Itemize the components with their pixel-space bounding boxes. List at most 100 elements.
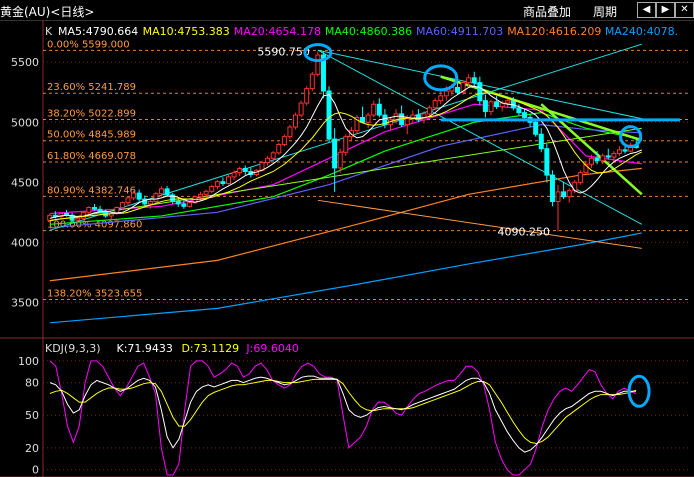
candle [594, 157, 600, 162]
candle [214, 181, 220, 187]
fib-label: 80.90% 4382.746 [47, 185, 136, 196]
candle [131, 192, 137, 199]
candle [203, 190, 209, 195]
close-icon[interactable]: ✕ [675, 2, 694, 18]
candle [293, 114, 299, 128]
candle [343, 136, 349, 153]
candle [220, 181, 226, 184]
ma-legend-ma5: MA5:4790.664 [58, 25, 138, 38]
trend-line [317, 49, 643, 225]
candle [477, 82, 483, 102]
fib-label: 61.80% 4669.078 [47, 151, 136, 162]
overlay-commodity-button[interactable]: 商品叠加 [523, 3, 571, 20]
candle [544, 148, 550, 176]
candle [153, 193, 159, 203]
candle [281, 136, 287, 145]
candle [231, 172, 237, 178]
candle [125, 197, 131, 204]
next-arrow-icon[interactable]: ▶ [656, 2, 675, 18]
y-tick-label: 4000 [11, 236, 39, 249]
candle [181, 203, 187, 207]
candle [404, 118, 410, 126]
candle [577, 172, 583, 183]
candle [298, 102, 304, 116]
fib-label: 50.00% 4845.989 [47, 130, 136, 141]
low-price-label: 4090.250 [498, 225, 551, 238]
candle [443, 90, 449, 97]
kdj-J-line [49, 360, 637, 476]
candle [270, 152, 276, 159]
candle [198, 193, 204, 198]
candle [315, 54, 321, 75]
candle [242, 167, 248, 172]
kdj-legend: K:71.9433 [117, 342, 173, 355]
candle [226, 176, 232, 184]
candle [611, 152, 617, 158]
kdj-panel: KDJ(9,3,3) K:71.9433 D:73.1129 J:69.6040 0 20… [18, 342, 688, 477]
candle [287, 126, 293, 138]
y-tick-label: 4500 [11, 176, 39, 189]
candle [276, 143, 282, 154]
y-tick-label: 5000 [11, 116, 39, 129]
candle [438, 95, 444, 102]
main-panel: K MA5:4790.664 MA10:4753.383 MA20:4654.178 M… [0, 20, 694, 477]
candle [309, 73, 315, 90]
candle [454, 86, 460, 93]
y-tick-label: 5500 [11, 56, 39, 69]
candle [158, 188, 164, 195]
candle [209, 185, 215, 192]
candle [522, 112, 528, 118]
candle [566, 190, 572, 198]
candle [365, 114, 371, 123]
candle [589, 157, 595, 165]
candle [360, 116, 366, 123]
y-tick-label: 3500 [11, 296, 39, 309]
candle [555, 191, 561, 203]
candle [136, 192, 142, 200]
candle [86, 207, 92, 213]
candle [549, 174, 555, 203]
trend-line [317, 199, 642, 249]
candle [533, 121, 539, 135]
candle [622, 149, 628, 152]
candle [237, 167, 243, 174]
ma-legend-ma20: MA20:4654.178 [234, 25, 321, 38]
period-button[interactable]: 周期 [593, 3, 617, 20]
candle [304, 88, 310, 104]
fib-label: 23.60% 5241.789 [47, 82, 136, 93]
candle [600, 155, 606, 162]
ma240-line [49, 232, 642, 324]
fib-label: 138.20% 3523.655 [47, 289, 142, 300]
candle [371, 103, 377, 116]
title-bar: 黄金(AU)<日线> 商品叠加 周期 ◀ ▶ ✕ [0, 0, 694, 21]
kdj-tick-label: 0 [32, 464, 39, 477]
fib-label: 0.00% 5599.000 [47, 39, 130, 50]
kdj-tick-label: 100 [18, 355, 39, 368]
prev-arrow-icon[interactable]: ◀ [637, 2, 656, 18]
chart-title: 黄金(AU)<日线> [0, 5, 95, 19]
candle [482, 100, 488, 112]
candle [75, 217, 81, 221]
candle [332, 138, 338, 169]
candle [538, 133, 544, 150]
ma-legend-ma120: MA120:4616.209 [507, 25, 601, 38]
candle [488, 101, 494, 112]
kdj-tick-label: 80 [25, 377, 39, 390]
candle [164, 188, 170, 196]
kdj-tick-label: 50 [25, 409, 39, 422]
candle [186, 202, 192, 207]
candle [605, 155, 611, 158]
kdj-D-line [49, 378, 637, 444]
kdj-tick-label: 20 [25, 442, 39, 455]
ma-legend-ma40: MA40:4860.386 [325, 25, 412, 38]
candle [471, 77, 477, 84]
candle [494, 101, 500, 108]
candle [616, 149, 622, 154]
candle [91, 207, 97, 210]
candle [175, 201, 181, 205]
candle [427, 107, 433, 115]
main-prefix: K [45, 25, 53, 38]
price-chart[interactable]: K MA5:4790.664 MA10:4753.383 MA20:4654.178 M… [0, 20, 694, 477]
candle [119, 202, 125, 209]
candle [466, 77, 472, 84]
